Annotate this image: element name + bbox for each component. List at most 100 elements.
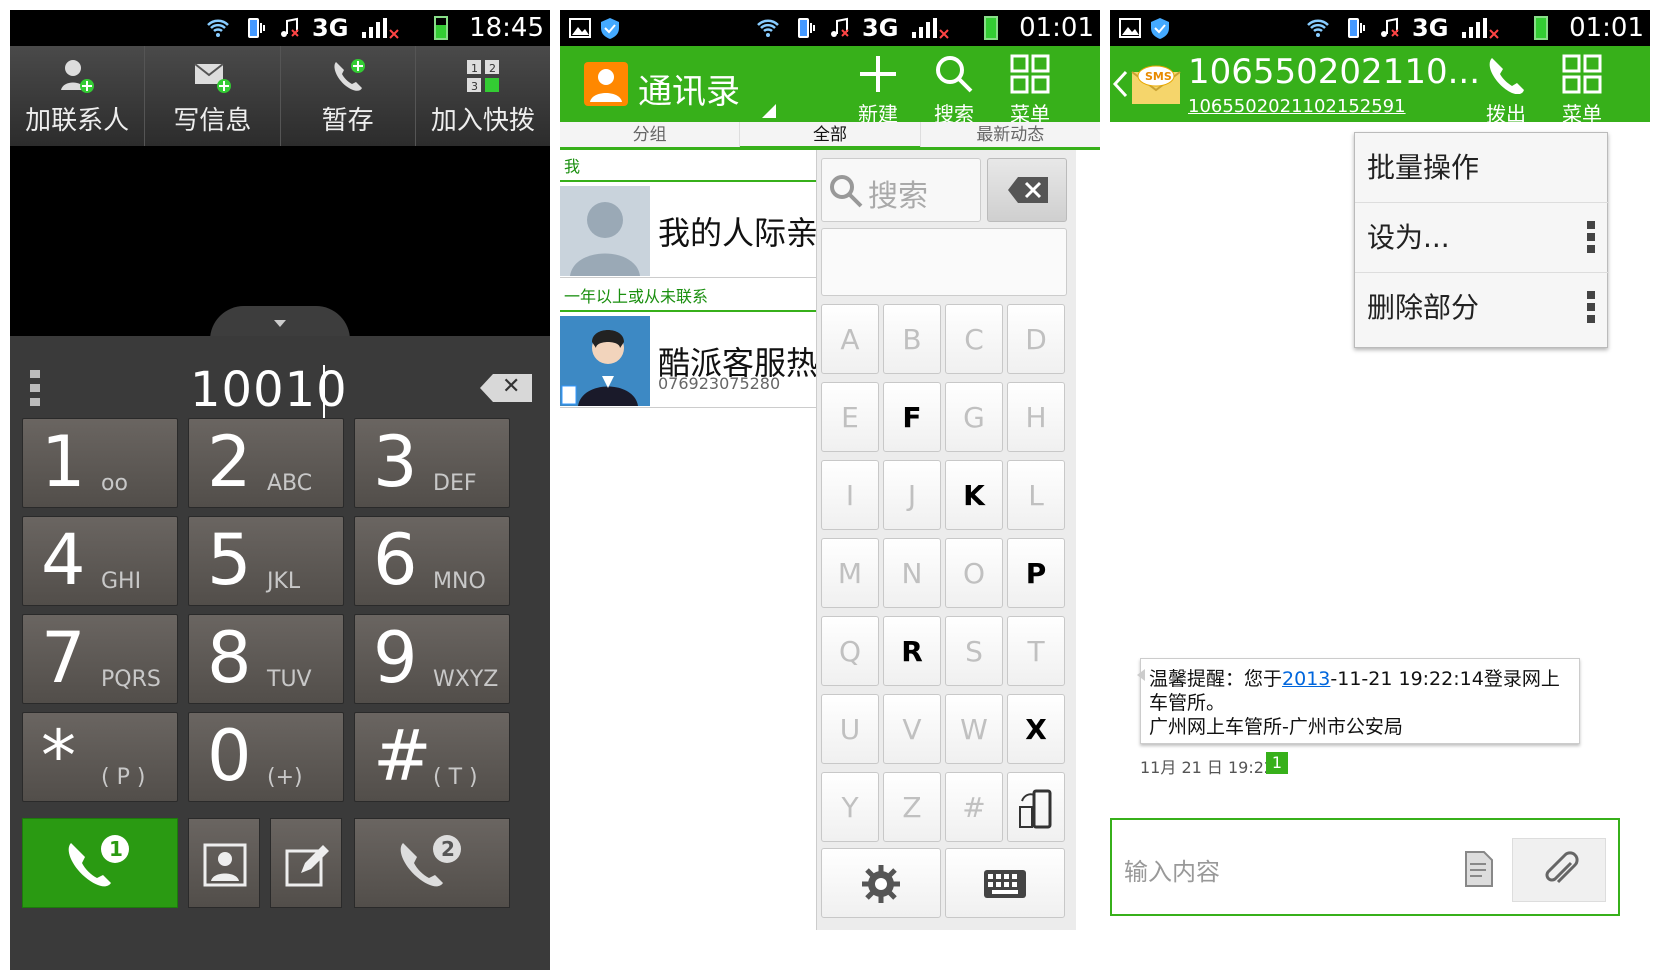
message-link[interactable]: 2013 bbox=[1282, 668, 1330, 690]
compose-field[interactable]: 输入内容 bbox=[1110, 818, 1620, 916]
dial-key-9[interactable]: 9 WXYZ bbox=[354, 614, 510, 704]
letter-key-s[interactable]: S bbox=[945, 616, 1003, 686]
contact-row[interactable]: 酷派客服热 076923075280 bbox=[560, 316, 818, 408]
title-dropdown-icon[interactable] bbox=[762, 104, 776, 118]
contact-row[interactable]: 我的人际亲 bbox=[560, 186, 818, 278]
dial-key-2[interactable]: 2 ABC bbox=[188, 418, 344, 508]
settings-key[interactable] bbox=[821, 848, 941, 918]
call-sim2-button[interactable]: 2 bbox=[354, 818, 510, 908]
back-arrow-icon[interactable] bbox=[1112, 70, 1128, 98]
speed-dial-icon: 1 23 bbox=[466, 60, 499, 93]
dial-key-4[interactable]: 4 GHI bbox=[22, 516, 178, 606]
contacts-app-icon bbox=[584, 62, 628, 106]
letter-key-i[interactable]: I bbox=[821, 460, 879, 530]
dial-key-0[interactable]: 0 (+) bbox=[188, 712, 344, 802]
dial-key-1[interactable]: 1 ᴏᴏ bbox=[22, 418, 178, 508]
network-type: 3G bbox=[862, 14, 899, 42]
letter-key-k[interactable]: K bbox=[945, 460, 1003, 530]
toolbar-label: 加联系人 bbox=[25, 106, 130, 136]
dial-out-button[interactable]: 拨出 bbox=[1466, 48, 1546, 126]
letter-key-x[interactable]: X bbox=[1007, 694, 1065, 764]
menu-item-delete-partial[interactable]: 删除部分 bbox=[1355, 273, 1609, 343]
letter-key-y[interactable]: Y bbox=[821, 772, 879, 842]
edit-icon bbox=[285, 845, 329, 887]
letter-key-p[interactable]: P bbox=[1007, 538, 1065, 608]
letter-key-hash[interactable]: # bbox=[945, 772, 1003, 842]
menu-button[interactable]: 菜单 bbox=[990, 48, 1070, 126]
search-icon bbox=[830, 175, 863, 208]
search-button[interactable]: 搜索 bbox=[914, 48, 994, 126]
switch-layout-key[interactable] bbox=[1007, 772, 1065, 842]
menu-item-set-as[interactable]: 设为... bbox=[1355, 203, 1609, 273]
letter-key-c[interactable]: C bbox=[945, 304, 1003, 374]
vibrate-icon bbox=[1348, 18, 1365, 38]
compose-button[interactable] bbox=[270, 818, 342, 908]
plus-icon bbox=[860, 56, 896, 92]
contacts-screen: 3G 01:01 通讯录 新建 搜索 菜单 分组 全部 最新动态 我 我的人际亲… bbox=[560, 10, 1100, 970]
letter-key-f[interactable]: F bbox=[883, 382, 941, 452]
search-input[interactable]: 搜索 bbox=[821, 158, 981, 222]
letter-key-r[interactable]: R bbox=[883, 616, 941, 686]
search-query-field[interactable] bbox=[821, 228, 1067, 296]
dial-key-6[interactable]: 6 MNO bbox=[354, 516, 510, 606]
call-sim1-button[interactable]: 1 bbox=[22, 818, 178, 908]
letter-key-o[interactable]: O bbox=[945, 538, 1003, 608]
key-digit: 6 bbox=[373, 519, 418, 601]
key-letters: JKL bbox=[267, 569, 301, 594]
letter-key-g[interactable]: G bbox=[945, 382, 1003, 452]
add-contact-button[interactable]: 加联系人 bbox=[10, 46, 146, 146]
key-letters: WXYZ bbox=[433, 667, 499, 692]
contact-photo bbox=[560, 316, 650, 406]
template-icon[interactable] bbox=[1464, 850, 1494, 888]
contact-number-link[interactable]: 10655020211​02152591 bbox=[1188, 96, 1406, 117]
contacts-header: 通讯录 新建 搜索 菜单 bbox=[560, 46, 1100, 126]
write-message-button[interactable]: 写信息 bbox=[145, 46, 281, 146]
dial-key-3[interactable]: 3 DEF bbox=[354, 418, 510, 508]
letter-key-b[interactable]: B bbox=[883, 304, 941, 374]
vibrate-icon bbox=[798, 18, 815, 38]
new-contact-button[interactable]: 新建 bbox=[838, 48, 918, 126]
delete-button[interactable] bbox=[987, 158, 1067, 222]
tab-recent[interactable]: 最新动态 bbox=[921, 122, 1100, 147]
contacts-button[interactable] bbox=[188, 818, 260, 908]
tab-all[interactable]: 全部 bbox=[740, 122, 921, 147]
battery-icon bbox=[1534, 16, 1548, 40]
key-letters: GHI bbox=[101, 569, 142, 594]
letter-key-v[interactable]: V bbox=[883, 694, 941, 764]
dial-key-star[interactable]: * ( P ) bbox=[22, 712, 178, 802]
more-options-icon[interactable] bbox=[30, 370, 40, 412]
letter-key-j[interactable]: J bbox=[883, 460, 941, 530]
dial-key-8[interactable]: 8 TUV bbox=[188, 614, 344, 704]
letter-key-n[interactable]: N bbox=[883, 538, 941, 608]
letter-key-e[interactable]: E bbox=[821, 382, 879, 452]
letter-key-d[interactable]: D bbox=[1007, 304, 1065, 374]
svg-text:1: 1 bbox=[471, 62, 478, 75]
keyboard-icon bbox=[984, 870, 1026, 898]
attach-button[interactable] bbox=[1512, 838, 1606, 902]
page-title[interactable]: 通讯录 bbox=[638, 64, 740, 113]
collapse-handle[interactable] bbox=[210, 306, 350, 340]
letter-key-q[interactable]: Q bbox=[821, 616, 879, 686]
search-icon bbox=[936, 56, 973, 93]
menu-button[interactable]: 菜单 bbox=[1542, 48, 1622, 126]
dial-key-7[interactable]: 7 PQRS bbox=[22, 614, 178, 704]
menu-item-batch[interactable]: 批量操作 bbox=[1355, 133, 1609, 203]
letter-key-t[interactable]: T bbox=[1007, 616, 1065, 686]
message-bubble[interactable]: 温馨提醒：您于2013-11-21 19:22:14登录网上车管所。 广州网上车… bbox=[1137, 658, 1580, 744]
tab-groups[interactable]: 分组 bbox=[560, 122, 741, 147]
dial-key-hash[interactable]: #( T ) bbox=[354, 712, 510, 802]
letter-key-w[interactable]: W bbox=[945, 694, 1003, 764]
speed-dial-button[interactable]: 123 加入快拨 bbox=[416, 46, 550, 146]
letter-key-m[interactable]: M bbox=[821, 538, 879, 608]
dial-key-5[interactable]: 5 JKL bbox=[188, 516, 344, 606]
letter-key-u[interactable]: U bbox=[821, 694, 879, 764]
action-label: 菜单 bbox=[1562, 102, 1602, 126]
save-call-button[interactable]: 暂存 bbox=[281, 46, 416, 146]
keyboard-key[interactable] bbox=[945, 848, 1065, 918]
key-letters: PQRS bbox=[101, 667, 161, 692]
letter-key-l[interactable]: L bbox=[1007, 460, 1065, 530]
letter-key-h[interactable]: H bbox=[1007, 382, 1065, 452]
compose-placeholder: 输入内容 bbox=[1124, 858, 1220, 886]
letter-key-a[interactable]: A bbox=[821, 304, 879, 374]
letter-key-z[interactable]: Z bbox=[883, 772, 941, 842]
